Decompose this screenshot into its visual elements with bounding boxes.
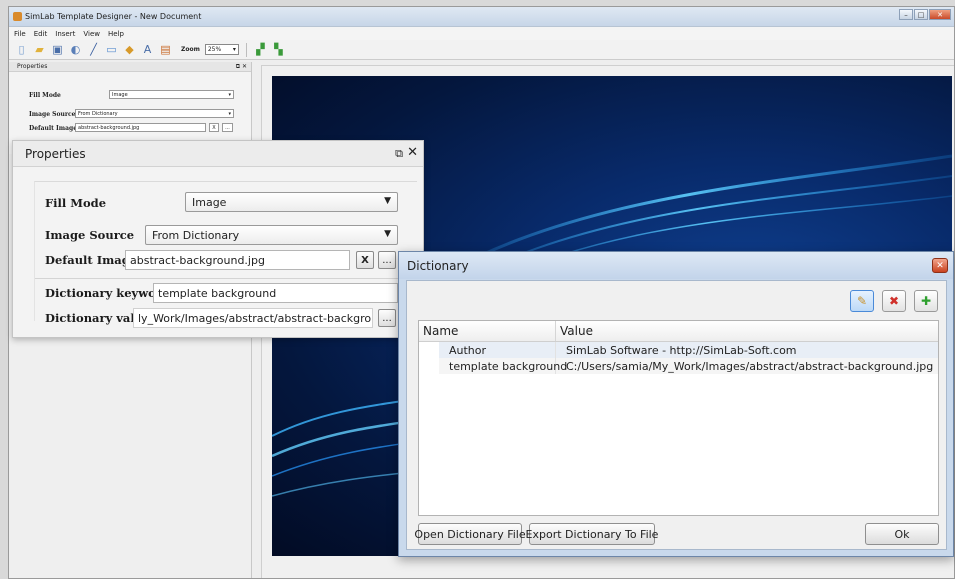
menu-view[interactable]: View (83, 30, 100, 38)
image-source-select[interactable]: From Dictionary ▼ (145, 225, 398, 245)
properties-panel-title: Properties ⧉ ✕ (13, 141, 423, 167)
dictionary-toolbar: ✎ ✖ ✚ (850, 290, 938, 312)
layer-up-icon[interactable]: ▞ (254, 43, 267, 56)
dictionary-value-browse-button[interactable]: ... (378, 309, 396, 327)
sm-image-source-label: Image Source (29, 111, 76, 118)
fill-mode-select[interactable]: Image ▼ (185, 192, 398, 212)
fill-tool-icon[interactable]: ◆ (123, 43, 136, 56)
dictionary-value-field[interactable]: ly_Work/Images/abstract/abstract-backgro… (133, 308, 373, 328)
chevron-down-icon: ▼ (384, 229, 391, 239)
zoom-value: 25% (207, 46, 222, 53)
zoom-label: Zoom (181, 46, 200, 53)
default-image-label: Default Image (45, 253, 138, 267)
chevron-down-icon: ▾ (232, 46, 236, 53)
maximize-icon[interactable]: □ (914, 9, 928, 20)
chevron-down-icon: ▼ (384, 196, 391, 206)
window-title: SimLab Template Designer - New Document (25, 12, 202, 21)
chevron-down-icon: ▾ (228, 110, 231, 117)
table-row[interactable]: template background C:/Users/samia/My_Wo… (419, 358, 938, 374)
menu-edit[interactable]: Edit (34, 30, 48, 38)
sm-fill-mode-label: Fill Mode (29, 92, 61, 99)
sm-default-image-label: Default Image (29, 125, 78, 132)
browse-image-button[interactable]: ... (378, 251, 396, 269)
line-tool-icon[interactable]: ╱ (87, 43, 100, 56)
column-header-value[interactable]: Value (556, 321, 593, 341)
image-tool-icon[interactable]: ▤ (159, 43, 172, 56)
row-name-cell: Author (419, 342, 556, 358)
window-close-icon[interactable]: ✕ (929, 9, 951, 20)
docked-properties-title-text: Properties (17, 63, 48, 70)
sm-browse-button[interactable]: ... (222, 123, 233, 132)
dictionary-body: ✎ ✖ ✚ Name Value Author SimLab Software … (406, 280, 947, 550)
dialog-close-icon[interactable]: ✕ (932, 258, 948, 273)
close-icon[interactable]: ✕ (407, 145, 418, 160)
layer-down-icon[interactable]: ▚ (272, 43, 285, 56)
minimize-icon[interactable]: – (899, 9, 913, 20)
zoom-select[interactable]: 25% ▾ (204, 44, 239, 55)
clear-image-button[interactable]: X (356, 251, 374, 269)
properties-group: Fill Mode Image ▼ Image Source From Dict… (34, 181, 418, 328)
menu-file[interactable]: File (14, 30, 26, 38)
app-icon (13, 12, 22, 21)
save-icon[interactable]: ▣ (51, 43, 64, 56)
export-dictionary-button[interactable]: Export Dictionary To File (526, 523, 658, 545)
sm-image-source-value: From Dictionary (78, 110, 118, 117)
row-value-cell: SimLab Software - http://SimLab-Soft.com (566, 343, 797, 357)
sm-image-source-select[interactable]: From Dictionary ▾ (75, 109, 234, 118)
dictionary-title: Dictionary (407, 258, 469, 273)
sm-fill-mode-value: Image (112, 91, 128, 98)
dock-float-close-icons[interactable]: ⧉ ✕ (236, 63, 247, 71)
window-controls: – □ ✕ (899, 9, 951, 20)
sm-default-image-value: abstract-background.jpg (78, 124, 140, 131)
rotate-icon[interactable]: ◐ (69, 43, 82, 56)
edit-entry-icon[interactable]: ✎ (850, 290, 874, 312)
menu-bar: File Edit Insert View Help (9, 27, 954, 40)
properties-title-text: Properties (25, 146, 86, 161)
fill-mode-label: Fill Mode (45, 196, 107, 210)
menu-insert[interactable]: Insert (55, 30, 75, 38)
open-dictionary-file-button[interactable]: Open Dictionary File (414, 523, 526, 545)
title-bar: SimLab Template Designer - New Document … (9, 7, 954, 27)
chevron-down-icon: ▾ (228, 91, 231, 98)
image-source-label: Image Source (45, 228, 135, 242)
new-document-icon[interactable]: ▯ (15, 43, 28, 56)
table-row[interactable]: Author SimLab Software - http://SimLab-S… (419, 342, 938, 358)
toolbar-separator (245, 42, 247, 57)
dictionary-titlebar: Dictionary ✕ (399, 252, 953, 279)
docked-properties-title: Properties ⧉ ✕ (9, 62, 251, 72)
dictionary-keyword-label: Dictionary keyword (45, 286, 170, 300)
properties-divider (35, 278, 418, 279)
dictionary-table: Name Value Author SimLab Software - http… (418, 320, 939, 516)
image-source-value: From Dictionary (152, 228, 240, 242)
float-icon[interactable]: ⧉ (395, 147, 403, 161)
delete-entry-icon[interactable]: ✖ (882, 290, 906, 312)
default-image-field[interactable]: abstract-background.jpg (125, 250, 350, 270)
text-tool-icon[interactable]: A (141, 43, 154, 56)
row-name-cell: template background (419, 358, 567, 374)
column-header-name[interactable]: Name (419, 321, 556, 341)
menu-help[interactable]: Help (108, 30, 124, 38)
dictionary-dialog: Dictionary ✕ ✎ ✖ ✚ Name Value Author Sim… (398, 251, 954, 557)
open-folder-icon[interactable]: ▰ (33, 43, 46, 56)
rectangle-tool-icon[interactable]: ▭ (105, 43, 118, 56)
dictionary-keyword-field[interactable]: template background (153, 283, 398, 303)
toolbar: ▯ ▰ ▣ ◐ ╱ ▭ ◆ A ▤ Zoom 25% ▾ ▞ ▚ (9, 40, 954, 60)
row-value-cell: C:/Users/samia/My_Work/Images/abstract/a… (566, 359, 934, 373)
sm-fill-mode-select[interactable]: Image ▾ (109, 90, 234, 99)
sm-default-image-field[interactable]: abstract-background.jpg (75, 123, 206, 132)
properties-panel: Properties ⧉ ✕ Fill Mode Image ▼ Image S… (12, 140, 424, 338)
fill-mode-value: Image (192, 195, 227, 209)
add-entry-icon[interactable]: ✚ (914, 290, 938, 312)
ok-button[interactable]: Ok (865, 523, 939, 545)
dictionary-table-header: Name Value (419, 321, 938, 342)
sm-clear-button[interactable]: X (209, 123, 219, 132)
